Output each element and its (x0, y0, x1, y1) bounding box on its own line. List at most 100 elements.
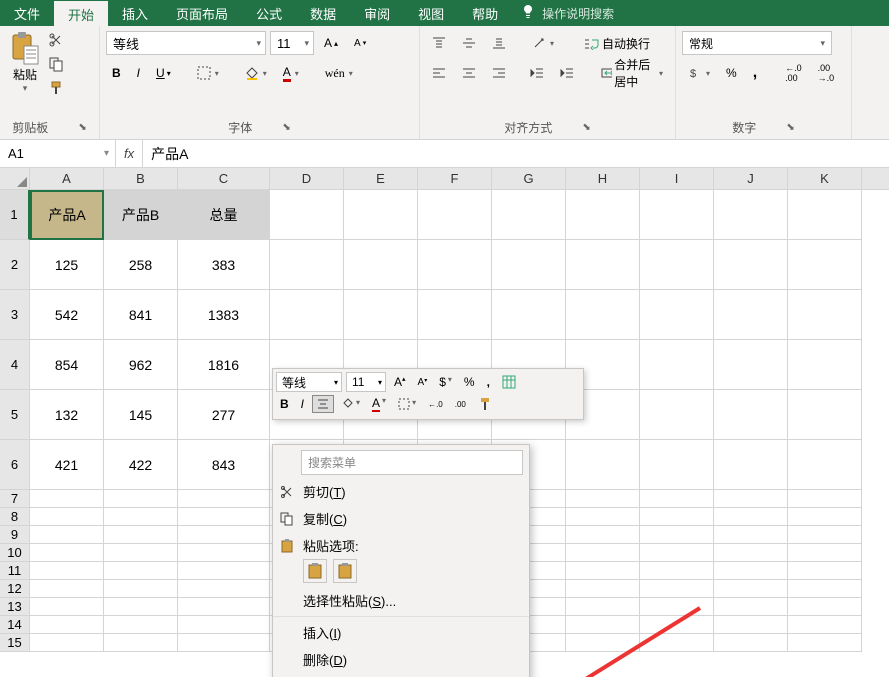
cell-K15[interactable] (788, 634, 862, 652)
cell-B15[interactable] (104, 634, 178, 652)
cell-K14[interactable] (788, 616, 862, 634)
cell-H13[interactable] (566, 598, 640, 616)
row-header-13[interactable]: 13 (0, 598, 30, 616)
row-header-1[interactable]: 1 (0, 190, 30, 240)
cell-C2[interactable]: 383 (178, 240, 270, 290)
tab-file[interactable]: 文件 (0, 0, 54, 26)
cut-icon[interactable] (48, 32, 66, 50)
tab-view[interactable]: 视图 (404, 0, 458, 26)
cell-C6[interactable]: 843 (178, 440, 270, 490)
mini-bold-icon[interactable]: B (276, 395, 293, 413)
mini-decrease-font-icon[interactable]: A▾ (414, 375, 432, 390)
cell-A9[interactable] (30, 526, 104, 544)
cell-J9[interactable] (714, 526, 788, 544)
col-header-G[interactable]: G (492, 168, 566, 189)
cell-H1[interactable] (566, 190, 640, 240)
cell-K5[interactable] (788, 390, 862, 440)
cell-K4[interactable] (788, 340, 862, 390)
mini-table-icon[interactable] (498, 373, 520, 391)
cell-K1[interactable] (788, 190, 862, 240)
mini-increase-font-icon[interactable]: A▴ (390, 373, 410, 391)
increase-font-icon[interactable]: A▴ (318, 32, 344, 54)
mini-italic-icon[interactable]: I (297, 395, 308, 413)
col-header-J[interactable]: J (714, 168, 788, 189)
mini-comma-icon[interactable]: , (483, 373, 494, 391)
align-bottom-icon[interactable] (486, 32, 512, 54)
cell-I15[interactable] (640, 634, 714, 652)
cell-I11[interactable] (640, 562, 714, 580)
mini-align-center-icon[interactable] (312, 395, 334, 413)
cell-K13[interactable] (788, 598, 862, 616)
cell-K6[interactable] (788, 440, 862, 490)
tab-insert[interactable]: 插入 (108, 0, 162, 26)
row-header-3[interactable]: 3 (0, 290, 30, 340)
cell-J15[interactable] (714, 634, 788, 652)
tab-formula[interactable]: 公式 (242, 0, 296, 26)
tab-home[interactable]: 开始 (54, 1, 108, 27)
cell-G2[interactable] (492, 240, 566, 290)
mini-font-combo[interactable]: 等线 (276, 372, 342, 392)
cell-C5[interactable]: 277 (178, 390, 270, 440)
cell-A7[interactable] (30, 490, 104, 508)
number-launcher[interactable]: ⬊ (786, 122, 794, 133)
mini-size-combo[interactable]: 11 (346, 372, 386, 392)
cell-C9[interactable] (178, 526, 270, 544)
cell-B2[interactable]: 258 (104, 240, 178, 290)
cell-J11[interactable] (714, 562, 788, 580)
cell-K2[interactable] (788, 240, 862, 290)
percent-button[interactable]: % (720, 62, 743, 84)
col-header-D[interactable]: D (270, 168, 344, 189)
cell-I6[interactable] (640, 440, 714, 490)
mini-inc-dec-icon[interactable]: ←.0 (424, 398, 447, 411)
tell-me-search[interactable]: 操作说明搜索 (520, 4, 614, 23)
cell-C12[interactable] (178, 580, 270, 598)
paste-option-normal[interactable] (303, 559, 327, 583)
tab-layout[interactable]: 页面布局 (162, 0, 242, 26)
menu-insert[interactable]: 插入(I) (273, 619, 529, 646)
cell-I3[interactable] (640, 290, 714, 340)
cell-B12[interactable] (104, 580, 178, 598)
col-header-B[interactable]: B (104, 168, 178, 189)
cell-I9[interactable] (640, 526, 714, 544)
alignment-launcher[interactable]: ⬊ (582, 122, 590, 133)
mini-dec-dec-icon[interactable]: .00 (451, 398, 470, 411)
bold-button[interactable]: B (106, 62, 127, 84)
cell-I10[interactable] (640, 544, 714, 562)
row-header-6[interactable]: 6 (0, 440, 30, 490)
italic-button[interactable]: I (131, 62, 146, 84)
font-launcher[interactable]: ⬊ (282, 122, 290, 133)
col-header-I[interactable]: I (640, 168, 714, 189)
tab-help[interactable]: 帮助 (458, 0, 512, 26)
menu-clear[interactable]: 清除内容(N) (273, 673, 529, 677)
cell-J6[interactable] (714, 440, 788, 490)
menu-delete[interactable]: 删除(D) (273, 646, 529, 673)
cell-H2[interactable] (566, 240, 640, 290)
cell-A11[interactable] (30, 562, 104, 580)
col-header-F[interactable]: F (418, 168, 492, 189)
row-header-12[interactable]: 12 (0, 580, 30, 598)
cell-D1[interactable] (270, 190, 344, 240)
cell-B6[interactable]: 422 (104, 440, 178, 490)
cell-A3[interactable]: 542 (30, 290, 104, 340)
menu-cut[interactable]: 剪切(T) (273, 478, 529, 505)
col-header-H[interactable]: H (566, 168, 640, 189)
row-header-4[interactable]: 4 (0, 340, 30, 390)
cell-I4[interactable] (640, 340, 714, 390)
row-header-8[interactable]: 8 (0, 508, 30, 526)
row-header-15[interactable]: 15 (0, 634, 30, 652)
cell-B11[interactable] (104, 562, 178, 580)
cell-J13[interactable] (714, 598, 788, 616)
cell-I2[interactable] (640, 240, 714, 290)
cell-D2[interactable] (270, 240, 344, 290)
align-middle-icon[interactable] (456, 32, 482, 54)
cell-K11[interactable] (788, 562, 862, 580)
font-size-combo[interactable]: 11 (270, 31, 314, 55)
cell-K12[interactable] (788, 580, 862, 598)
cell-K8[interactable] (788, 508, 862, 526)
cell-B10[interactable] (104, 544, 178, 562)
name-box[interactable]: A1 (0, 140, 116, 167)
cell-A2[interactable]: 125 (30, 240, 104, 290)
border-button[interactable] (191, 62, 225, 84)
cell-C10[interactable] (178, 544, 270, 562)
cell-A6[interactable]: 421 (30, 440, 104, 490)
